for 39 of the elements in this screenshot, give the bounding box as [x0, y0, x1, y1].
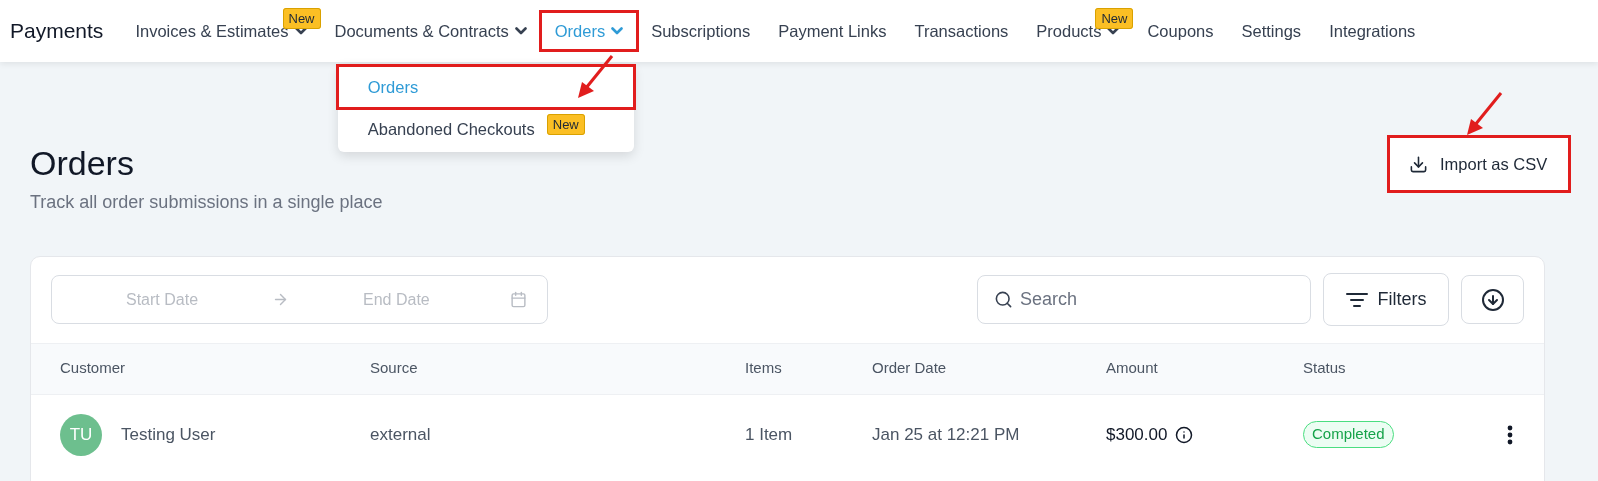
download-circle-icon — [1480, 287, 1505, 312]
nav-tab[interactable]: Payment Links — [764, 12, 901, 50]
filter-lines-icon — [1345, 291, 1368, 308]
page-title: Orders — [30, 143, 135, 184]
nav-tab[interactable]: Subscriptions — [637, 12, 765, 50]
import-csv-button[interactable]: Import as CSV — [1389, 137, 1569, 191]
page-subtitle: Track all order submissions in a single place — [30, 190, 383, 214]
info-icon — [1175, 425, 1194, 444]
new-badge: New — [546, 114, 585, 135]
app-title: Payments — [10, 18, 104, 45]
nav-tab[interactable]: Documents & Contracts — [320, 12, 541, 50]
column-header: Order Date — [872, 359, 947, 377]
new-badge: New — [1095, 8, 1134, 29]
nav-tab[interactable]: Transactions — [900, 12, 1023, 50]
filters-button[interactable]: Filters — [1323, 273, 1449, 326]
column-header: Customer — [60, 359, 126, 377]
search-icon — [994, 290, 1013, 309]
nav-tab[interactable]: Coupons — [1133, 12, 1228, 50]
end-date-placeholder: End Date — [363, 289, 430, 310]
download-button[interactable] — [1461, 275, 1524, 324]
avatar: TU — [60, 413, 102, 456]
table-cell-text: $300.00 — [1106, 423, 1168, 446]
new-badge: New — [282, 8, 321, 29]
search-field[interactable]: Search — [977, 275, 1311, 324]
table-cell: Jan 25 at 12:21 PM — [872, 424, 1020, 444]
table-cell: 1 Item — [745, 424, 793, 444]
calendar-icon — [510, 291, 527, 308]
more-vertical-icon — [1507, 424, 1513, 445]
column-header: Amount — [1106, 359, 1158, 377]
download-icon — [1409, 154, 1428, 174]
nav-tab[interactable]: Settings — [1227, 12, 1316, 50]
column-header: Items — [745, 359, 782, 377]
table-cell-text: Testing User — [121, 423, 216, 446]
nav-tab[interactable]: Integrations — [1315, 12, 1430, 50]
table-cell: external — [370, 424, 431, 444]
status-badge: Completed — [1303, 421, 1394, 448]
column-header: Status — [1303, 359, 1346, 377]
column-header: Source — [370, 359, 418, 377]
start-date-placeholder: Start Date — [126, 289, 199, 310]
